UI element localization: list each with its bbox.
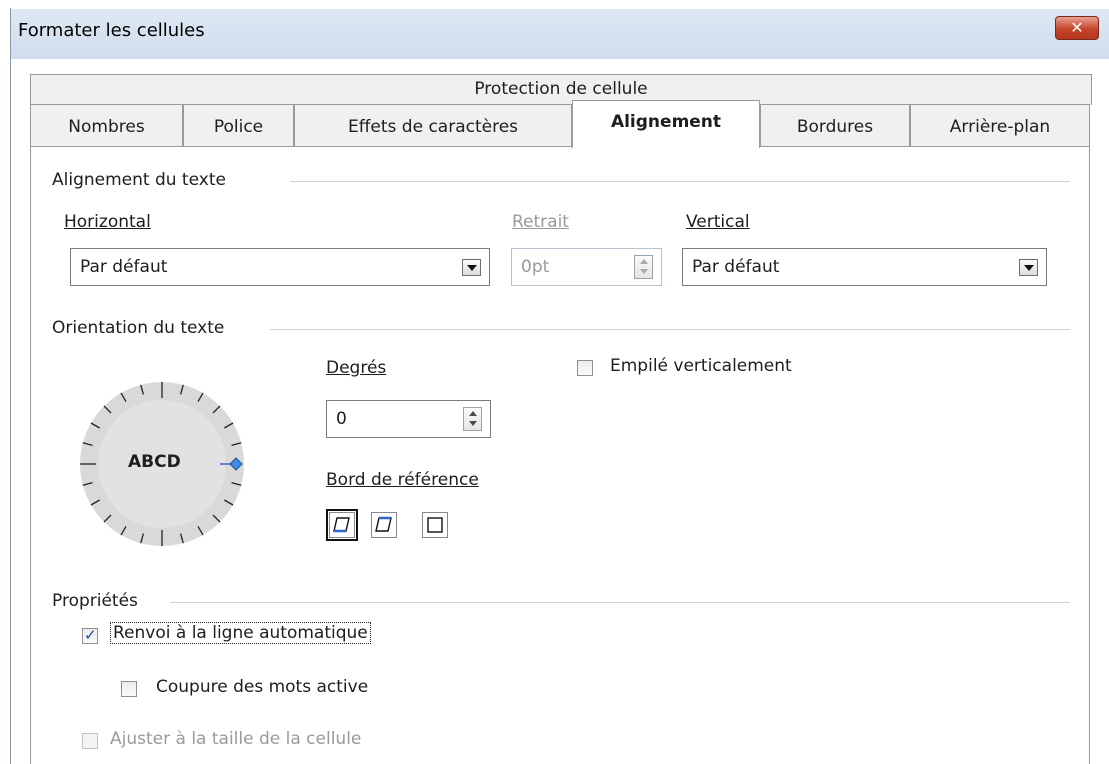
indent-label: Retrait — [512, 212, 569, 232]
reference-bottom-icon — [333, 517, 350, 533]
section-divider — [170, 602, 1070, 603]
section-title-orientation: Orientation du texte — [52, 318, 231, 338]
vertical-label: Vertical — [686, 212, 750, 232]
tab-label: Protection de cellule — [474, 79, 648, 99]
degrees-spinbox[interactable]: 0 — [326, 400, 491, 438]
vertical-select[interactable]: Par défaut — [682, 248, 1047, 286]
tab-police[interactable]: Police — [183, 104, 294, 146]
section-title-text-alignment: Alignement du texte — [52, 170, 232, 190]
vertical-select-value: Par défaut — [692, 257, 780, 277]
reference-edge-label: Bord de référence — [326, 470, 479, 490]
reference-edge-top-button[interactable] — [371, 512, 397, 538]
reference-top-icon — [375, 516, 392, 532]
vertical-label-text: Vertical — [686, 212, 750, 232]
reference-edge-inside-button[interactable] — [422, 512, 448, 538]
stacked-vertically-label: Empilé verticalement — [610, 356, 792, 376]
tab-protection-de-cellule[interactable]: Protection de cellule — [30, 74, 1092, 105]
tab-alignement[interactable]: Alignement — [572, 100, 760, 148]
tab-effets-de-caracteres[interactable]: Effets de caractères — [294, 104, 572, 146]
stacked-vertically-checkbox[interactable] — [577, 360, 593, 376]
tab-label: Nombres — [68, 117, 145, 137]
tab-nombres[interactable]: Nombres — [30, 104, 183, 146]
rotation-dial[interactable]: ABCD — [70, 372, 260, 562]
close-button[interactable]: ✕ — [1055, 16, 1099, 40]
degrees-label: Degrés — [326, 358, 386, 378]
shrink-to-fit-label: Ajuster à la taille de la cellule — [110, 729, 362, 749]
close-icon: ✕ — [1070, 18, 1084, 37]
shrink-to-fit-checkbox[interactable] — [82, 733, 98, 749]
section-divider — [290, 181, 1070, 182]
tab-bordures[interactable]: Bordures — [760, 104, 910, 146]
reference-inside-icon — [427, 517, 443, 533]
wrap-text-label: Renvoi à la ligne automatique — [110, 622, 371, 644]
horizontal-label: Horizontal — [64, 212, 151, 232]
indent-label-text: Retrait — [512, 212, 569, 232]
degrees-value: 0 — [336, 409, 347, 429]
chevron-down-icon[interactable] — [1019, 259, 1038, 276]
wrap-text-checkbox[interactable] — [82, 626, 98, 644]
horizontal-label-text: Horizontal — [64, 212, 151, 232]
dial-sample-text: ABCD — [128, 452, 181, 472]
tab-label: Effets de caractères — [347, 117, 519, 137]
indent-spinbox[interactable]: 0pt — [511, 248, 662, 286]
degrees-label-text: Degrés — [326, 358, 387, 378]
tab-arriere-plan[interactable]: Arrière-plan — [910, 104, 1090, 146]
section-divider — [270, 329, 1070, 330]
section-title-properties: Propriétés — [52, 591, 144, 611]
hyphenation-checkbox[interactable] — [121, 681, 137, 697]
tab-label: Bordures — [796, 117, 874, 137]
chevron-down-icon[interactable] — [462, 259, 481, 276]
indent-value: 0pt — [521, 257, 550, 277]
hyphenation-label: Coupure des mots active — [156, 677, 369, 697]
tab-label: Arrière-plan — [949, 117, 1051, 137]
horizontal-select[interactable]: Par défaut — [70, 248, 490, 286]
horizontal-select-value: Par défaut — [80, 257, 168, 277]
tab-label: Alignement — [610, 112, 722, 132]
spin-arrows-icon[interactable] — [634, 255, 653, 279]
desktop-background — [0, 0, 10, 764]
tab-label: Police — [213, 117, 264, 137]
spin-arrows-icon[interactable] — [463, 407, 482, 431]
reference-edge-label-text: Bord de référence — [326, 470, 479, 490]
reference-edge-bottom-button[interactable] — [326, 509, 358, 541]
dialog-title: Formater les cellules — [18, 20, 205, 41]
